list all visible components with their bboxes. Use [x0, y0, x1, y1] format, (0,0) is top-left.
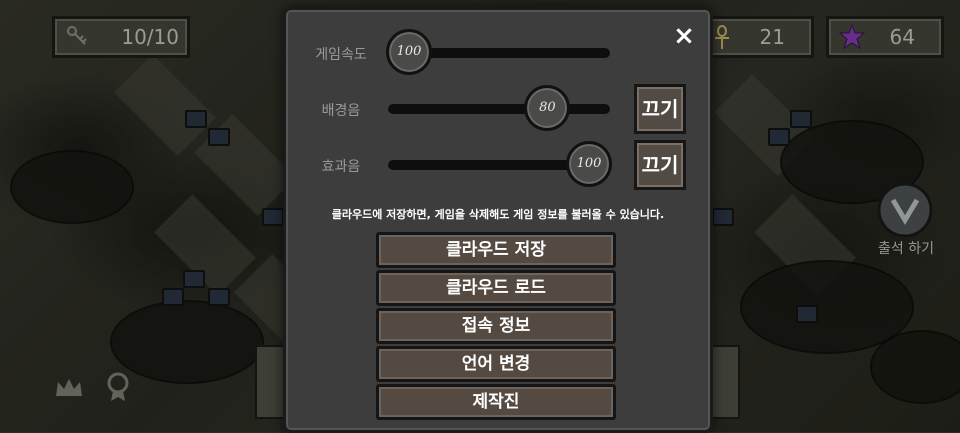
close-button[interactable]: × [670, 22, 698, 50]
bgm-knob[interactable]: 80 [524, 85, 571, 131]
cloud-save-button[interactable]: 클라우드 저장 [376, 232, 616, 268]
bgm-slider[interactable] [388, 104, 610, 114]
cloud-info-text: 클라우드에 저장하면, 게임을 삭제해도 게임 정보를 불러올 수 있습니다. [331, 208, 665, 221]
language-change-button[interactable]: 언어 변경 [376, 346, 616, 382]
bgm-label: 배경음 [321, 103, 361, 119]
connection-info-button[interactable]: 접속 정보 [376, 308, 616, 344]
settings-panel: × 게임속도 100 배경음 80 끄기 효과음 100 끄기 클라우드에 저장… [283, 7, 713, 433]
sfx-label: 효과음 [321, 159, 361, 175]
sfx-mute-button[interactable]: 끄기 [634, 140, 686, 190]
close-icon: × [673, 21, 695, 51]
game-speed-knob[interactable]: 100 [386, 29, 432, 75]
credits-button[interactable]: 제작진 [376, 384, 616, 420]
cloud-load-button[interactable]: 클라우드 로드 [376, 270, 616, 306]
bgm-mute-button[interactable]: 끄기 [634, 84, 686, 134]
game-speed-label: 게임속도 [315, 47, 367, 63]
sfx-knob[interactable]: 100 [566, 141, 612, 187]
